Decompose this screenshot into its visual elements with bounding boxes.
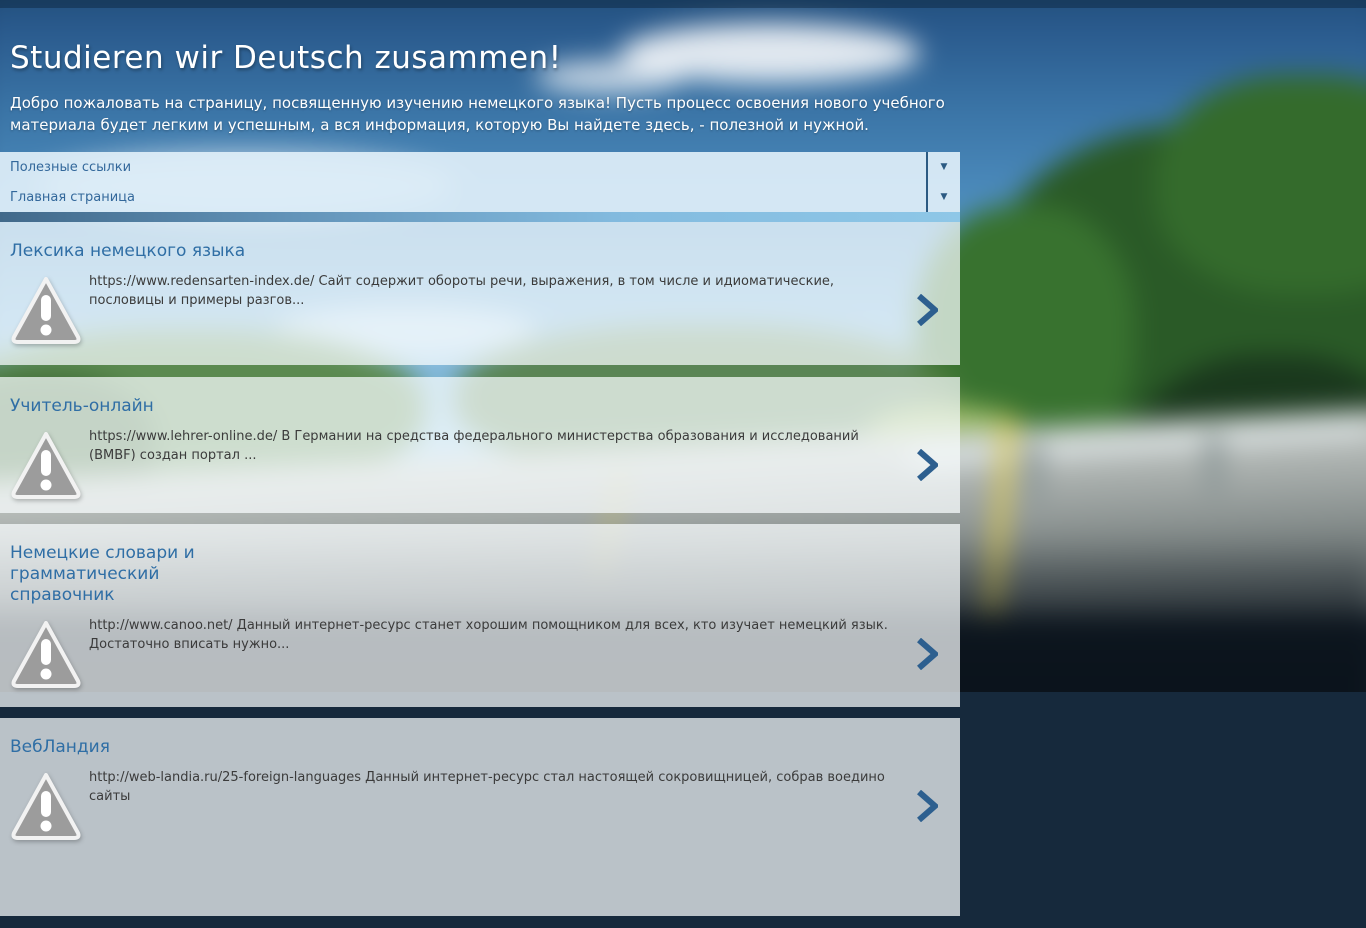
post-title-link[interactable]: Немецкие словари и грамматический справо…: [10, 543, 262, 606]
chevron-right-icon[interactable]: [916, 294, 938, 326]
page-title[interactable]: Studieren wir Deutsch zusammen!: [10, 42, 950, 74]
nav-item-home[interactable]: Главная страница: [0, 182, 926, 212]
post-title-link[interactable]: Учитель-онлайн: [10, 396, 950, 417]
chevron-right-icon[interactable]: [916, 638, 938, 670]
chevron-right-icon[interactable]: [916, 790, 938, 822]
guardrail-post: [1025, 443, 1043, 501]
warning-triangle-icon: [10, 274, 82, 346]
post-card[interactable]: Лексика немецкого языка https://www.rede…: [0, 222, 960, 365]
warning-triangle-icon: [10, 429, 82, 501]
gradient-divider: [0, 212, 960, 222]
post-snippet: http://www.canoo.net/ Данный интернет-ре…: [89, 618, 888, 652]
post-card[interactable]: Учитель-онлайн https://www.lehrer-online…: [0, 377, 960, 513]
page-content: Studieren wir Deutsch zusammen! Добро по…: [0, 0, 960, 928]
warning-triangle-icon: [10, 770, 82, 842]
dropdown-arrow-icon[interactable]: ▼: [928, 152, 960, 182]
post-card[interactable]: ВебЛандия http://web-landia.ru/25-foreig…: [0, 718, 960, 916]
post-title-link[interactable]: Лексика немецкого языка: [10, 241, 950, 262]
posts-list: Лексика немецкого языка https://www.rede…: [0, 222, 960, 916]
post-title-link[interactable]: ВебЛандия: [10, 737, 950, 758]
post-snippet: https://www.redensarten-index.de/ Сайт с…: [89, 274, 835, 308]
warning-triangle-icon: [10, 618, 82, 690]
nav-menu: Полезные ссылки Главная страница ▼ ▼: [0, 152, 960, 212]
header: Studieren wir Deutsch zusammen! Добро по…: [0, 0, 960, 152]
page-description: Добро пожаловать на страницу, посвященну…: [10, 94, 945, 134]
post-snippet: http://web-landia.ru/25-foreign-language…: [89, 770, 885, 804]
chevron-right-icon[interactable]: [916, 449, 938, 481]
post-card[interactable]: Немецкие словари и грамматический справо…: [0, 524, 960, 707]
guardrail-post: [1205, 435, 1223, 493]
post-snippet: https://www.lehrer-online.de/ В Германии…: [89, 429, 859, 463]
nav-item-useful-links[interactable]: Полезные ссылки: [0, 152, 926, 182]
dropdown-arrow-icon[interactable]: ▼: [928, 182, 960, 212]
